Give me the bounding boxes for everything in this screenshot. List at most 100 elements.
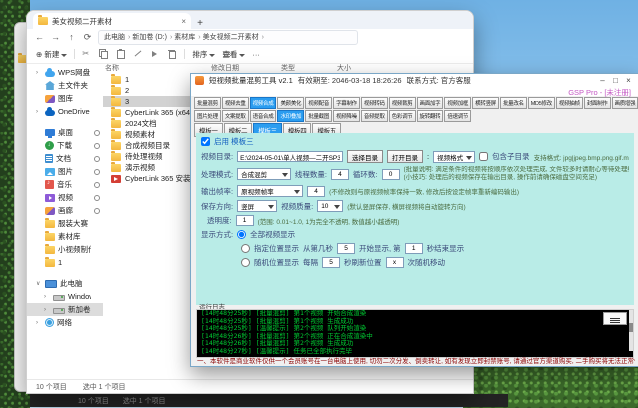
choose-dir-button[interactable]: 选择目录: [347, 150, 383, 163]
sidebar-item[interactable]: 1: [27, 256, 103, 269]
tab[interactable]: 图片处理: [194, 110, 221, 122]
minimize-icon[interactable]: –: [596, 76, 609, 85]
sidebar-item[interactable]: 图片: [27, 165, 103, 178]
explorer-tab[interactable]: 美女视频二开素材 ×: [33, 13, 191, 29]
tab[interactable]: 文案提取: [222, 110, 249, 122]
tab[interactable]: 视频合成: [250, 97, 277, 109]
close-icon[interactable]: ×: [622, 76, 635, 85]
sidebar-item[interactable]: 音乐: [27, 178, 103, 191]
tab[interactable]: 水印叠加: [277, 110, 304, 122]
log-console[interactable]: [14时48分25秒] [批量混剪] 第1个视频 开始合成渲染[14时48分25…: [196, 309, 634, 358]
sidebar-item[interactable]: 图库: [27, 92, 103, 105]
chevron-icon[interactable]: ›: [36, 109, 42, 115]
chevron-icon[interactable]: ∨: [36, 280, 42, 287]
tab[interactable]: 字幕制作: [333, 97, 360, 109]
tab[interactable]: 倍速调节: [444, 110, 471, 122]
sidebar-item[interactable]: 文档: [27, 152, 103, 165]
sidebar-item[interactable]: 画廊: [27, 204, 103, 217]
r2-start-input[interactable]: [337, 243, 355, 254]
tab[interactable]: 批量截图: [305, 110, 332, 122]
paste-icon[interactable]: [116, 49, 126, 59]
sidebar-item[interactable]: 下载: [27, 139, 103, 152]
console-scrollbar-thumb[interactable]: [629, 323, 633, 332]
r3-interval-input[interactable]: [322, 257, 340, 268]
tab[interactable]: 横转竖屏: [472, 97, 499, 109]
radio-all-videos[interactable]: [237, 230, 246, 239]
sidebar-item[interactable]: › 新加卷 (D:): [27, 303, 103, 316]
sort-button[interactable]: 排序: [192, 49, 215, 60]
sidebar-item[interactable]: › OneDrive: [27, 105, 103, 118]
tab[interactable]: 视频抽帧: [556, 97, 583, 109]
sidebar-item[interactable]: 主文件夹: [27, 79, 103, 92]
tab[interactable]: 旋转翻转: [417, 110, 444, 122]
view-button[interactable]: 查看: [222, 49, 245, 60]
sidebar-item[interactable]: 素材库: [27, 230, 103, 243]
delete-icon[interactable]: [167, 49, 177, 59]
mode-select[interactable]: 合成混剪: [237, 168, 291, 180]
tab[interactable]: MD5修改: [528, 97, 555, 109]
sidebar-item[interactable]: › WPS网盘: [27, 66, 103, 79]
sidebar-item[interactable]: 桌面: [27, 126, 103, 139]
sidebar-item[interactable]: › Windows (C:): [27, 290, 103, 303]
fps-input[interactable]: [307, 186, 325, 197]
sidebar-item[interactable]: 服装大赛: [27, 217, 103, 230]
sidebar-item[interactable]: 视频: [27, 191, 103, 204]
breadcrumb-segment[interactable]: 此电脑: [103, 32, 131, 42]
tab[interactable]: 批量混剪: [194, 97, 221, 109]
sidebar-item[interactable]: 小视频制作: [27, 243, 103, 256]
breadcrumb-segment[interactable]: 新加卷 (D:): [131, 32, 173, 42]
sidebar-item[interactable]: ∨ 此电脑: [27, 277, 103, 290]
clear-log-button[interactable]: [603, 312, 627, 325]
tab[interactable]: 音频提取: [361, 110, 388, 122]
breadcrumb[interactable]: 此电脑新加卷 (D:)素材库美女视频二开素材: [98, 30, 358, 45]
more-button[interactable]: ···: [252, 50, 260, 59]
refresh-icon[interactable]: ⟳: [82, 32, 93, 43]
tab[interactable]: 视频转码: [361, 97, 388, 109]
open-dir-button[interactable]: 打开目录: [387, 150, 423, 163]
tab[interactable]: 封面制作: [584, 97, 611, 109]
recurse-checkbox[interactable]: [479, 152, 488, 161]
close-tab-icon[interactable]: ×: [181, 17, 186, 26]
chevron-icon[interactable]: ›: [44, 294, 50, 300]
radio-random-position[interactable]: [241, 258, 250, 267]
tab[interactable]: 批量改名: [500, 97, 527, 109]
up-icon[interactable]: ↑: [66, 32, 77, 42]
new-tab-button[interactable]: +: [193, 18, 207, 29]
tab[interactable]: 色彩调节: [389, 110, 416, 122]
quality-select[interactable]: 10: [317, 200, 343, 212]
copy-icon[interactable]: [99, 49, 109, 59]
chevron-icon[interactable]: ›: [36, 320, 42, 326]
chevron-icon[interactable]: ›: [36, 70, 42, 76]
loop-input[interactable]: [382, 169, 400, 180]
new-button[interactable]: ⊕ 新建: [36, 49, 67, 60]
tab[interactable]: 视频配音: [305, 97, 332, 109]
tab[interactable]: 画质增强: [612, 97, 638, 109]
tab[interactable]: 视频降噪: [333, 110, 360, 122]
breadcrumb-segment[interactable]: 素材库: [173, 32, 201, 42]
radio-fixed-position[interactable]: [241, 244, 250, 253]
back-icon[interactable]: ←: [34, 32, 45, 42]
dir-input[interactable]: [237, 151, 343, 162]
sidebar-item[interactable]: › 网络: [27, 316, 103, 329]
tab[interactable]: 画面加字: [417, 97, 444, 109]
share-icon[interactable]: [150, 49, 160, 59]
r3-count-input[interactable]: [386, 257, 404, 268]
maximize-icon[interactable]: □: [609, 76, 622, 85]
fps-select[interactable]: 原视频帧率: [237, 185, 303, 197]
tab[interactable]: 视频加框: [444, 97, 471, 109]
cut-icon[interactable]: [82, 49, 92, 59]
threads-input[interactable]: [331, 169, 349, 180]
orient-select[interactable]: 竖屏: [237, 200, 277, 212]
tab[interactable]: 视频裁剪: [389, 97, 416, 109]
console-scrollbar[interactable]: [629, 310, 633, 351]
forward-icon[interactable]: →: [50, 32, 61, 42]
format-select[interactable]: 视频格式: [433, 151, 475, 163]
r2-end-input[interactable]: [405, 243, 423, 254]
tab[interactable]: 视频去重: [222, 97, 249, 109]
enable-template-checkbox[interactable]: [201, 137, 210, 146]
rename-icon[interactable]: [133, 49, 143, 59]
tab[interactable]: 美颜美化: [277, 97, 304, 109]
alpha-input[interactable]: [236, 215, 254, 226]
chevron-icon[interactable]: ›: [44, 307, 50, 313]
breadcrumb-segment[interactable]: 美女视频二开素材: [202, 32, 265, 42]
